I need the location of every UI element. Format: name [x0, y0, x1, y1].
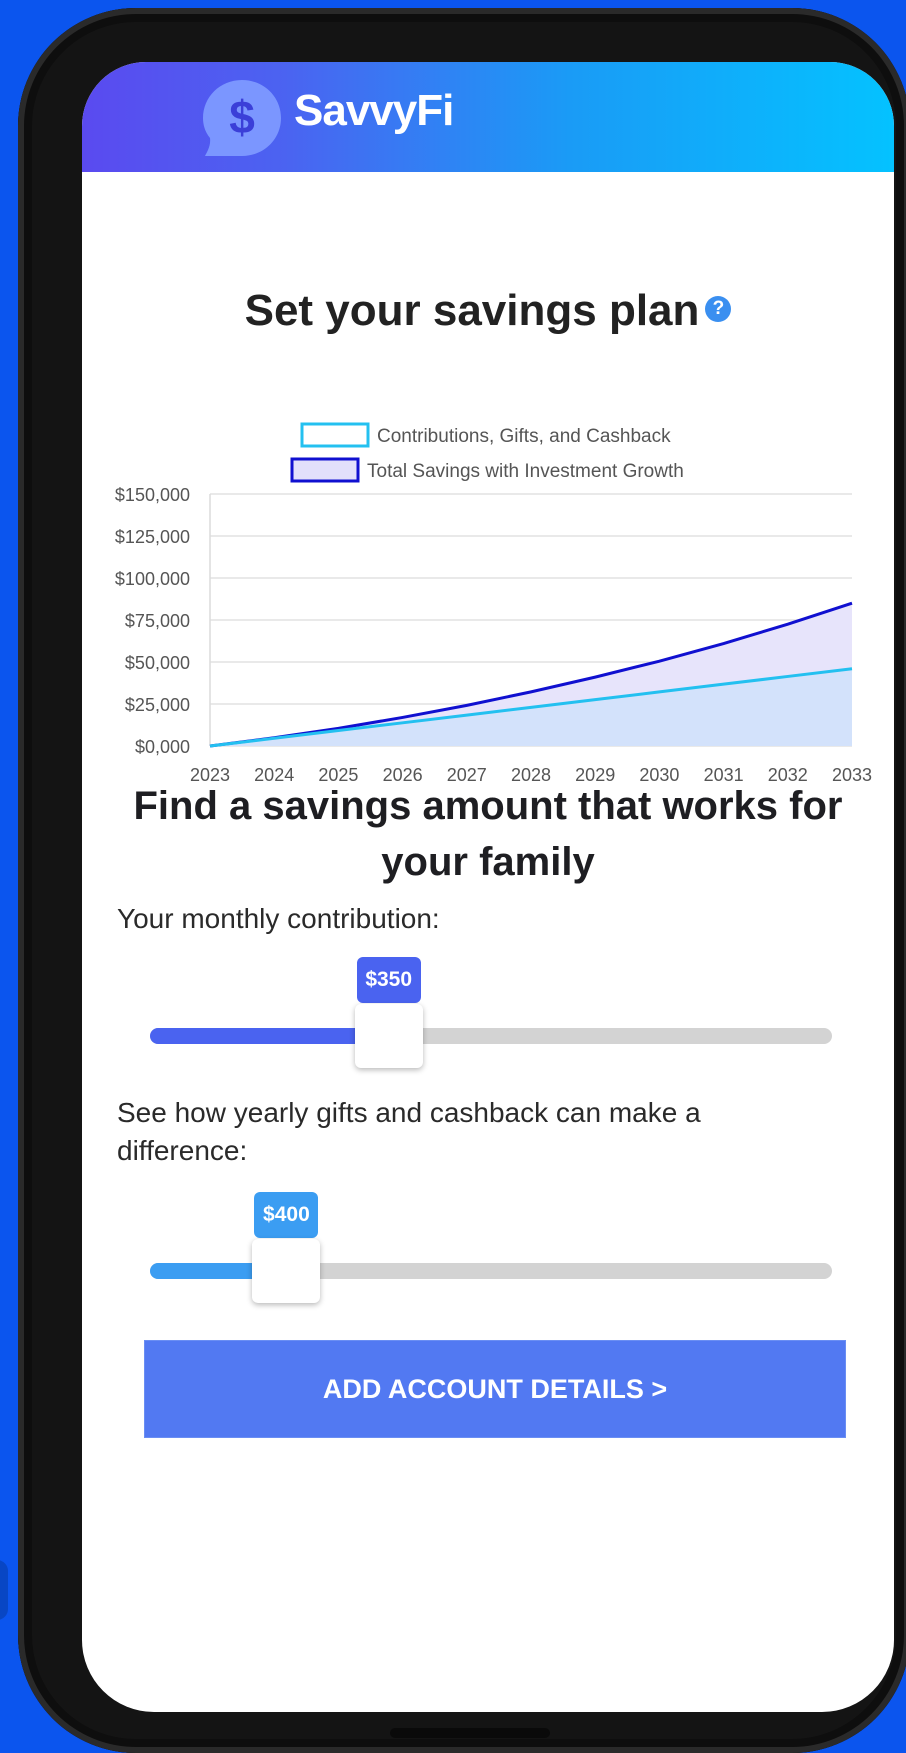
- brand-name: SavvyFi: [294, 86, 454, 135]
- legend-label: Contributions, Gifts, and Cashback: [377, 426, 671, 447]
- y-tick-label: $100,000: [115, 569, 190, 589]
- monthly-slider-track[interactable]: [150, 1028, 832, 1044]
- monthly-contribution-label: Your monthly contribution:: [117, 903, 440, 934]
- app-screen: $ SavvyFi Set your savings plan? $150,00…: [82, 62, 894, 1712]
- monthly-value-badge: $350: [356, 957, 421, 1003]
- logo-symbol: $: [229, 91, 255, 143]
- y-tick-label: $150,000: [115, 485, 190, 505]
- background-decoration: [0, 1560, 8, 1620]
- gifts-slider-thumb[interactable]: [252, 1239, 321, 1303]
- phone-frame: $ SavvyFi Set your savings plan? $150,00…: [18, 8, 906, 1753]
- question-circle-icon[interactable]: ?: [705, 296, 732, 323]
- monthly-slider-thumb[interactable]: [354, 1004, 423, 1068]
- savings-title: Find a savings amount that works for you…: [133, 784, 843, 884]
- legend-swatch: [290, 457, 360, 483]
- monthly-slider-fill: [150, 1028, 389, 1044]
- legend-swatch: [300, 422, 370, 448]
- plan-title: Set your savings plan?: [82, 286, 894, 336]
- gifts-cashback-label: See how yearly gifts and cashback can ma…: [117, 1097, 701, 1166]
- y-tick-label: $25,000: [125, 695, 190, 715]
- savings-chart: $150,000 $125,000 $100,000 $75,000 $50,000 $2…: [115, 422, 872, 782]
- legend-label: Total Savings with Investment Growth: [367, 461, 684, 482]
- y-tick-label: $0,000: [135, 737, 190, 757]
- gifts-value-badge: $400: [254, 1192, 319, 1238]
- plan-title-text: Set your savings plan: [244, 286, 700, 335]
- y-tick-label: $50,000: [125, 653, 190, 673]
- y-tick-label: $75,000: [125, 611, 190, 631]
- app-header: $ SavvyFi: [82, 62, 894, 172]
- y-tick-label: $125,000: [115, 527, 190, 547]
- add-account-details-button[interactable]: ADD ACCOUNT DETAILS >: [144, 1340, 846, 1438]
- logo-icon: $: [203, 80, 281, 156]
